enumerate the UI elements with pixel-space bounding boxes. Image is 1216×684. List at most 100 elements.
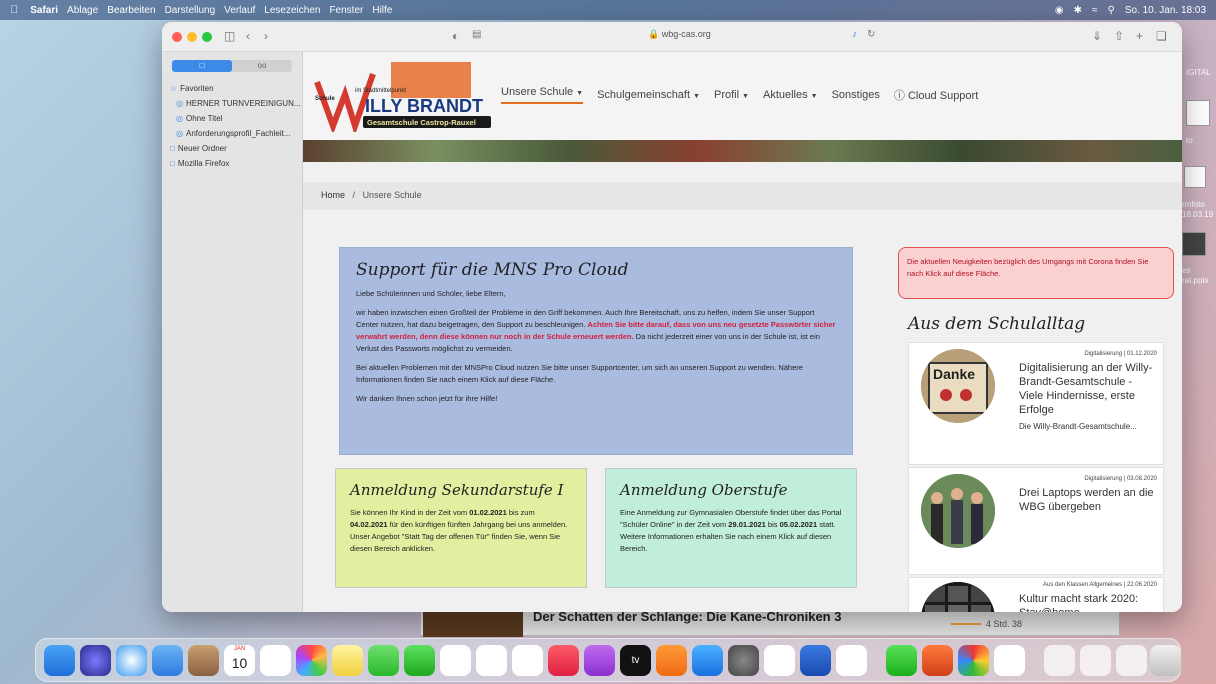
downloads-stack-icon[interactable] (1044, 645, 1075, 676)
tab-overview-icon[interactable]: ❏ (1156, 29, 1167, 43)
nav-cloud-support[interactable]: ⓘ Cloud Support (894, 87, 978, 103)
audio-icon[interactable]: ♪ (852, 29, 857, 40)
apple-tv-icon[interactable]: tv (620, 645, 651, 676)
new-tab-icon[interactable]: + (1136, 29, 1143, 43)
back-icon[interactable]: ‹ (246, 29, 250, 43)
zoom-window-button[interactable] (202, 32, 212, 42)
music-icon[interactable] (548, 645, 579, 676)
close-window-button[interactable] (172, 32, 182, 42)
news-item[interactable]: Aus den Klassen Allgemeines | 22.06.2020… (908, 577, 1164, 612)
calendar-icon[interactable]: JAN 10 (224, 645, 255, 676)
menu-item-ablage[interactable]: Ablage (67, 5, 98, 16)
main-nav: Unsere Schule ▼ Schulgemeinschaft ▼ Profil… (501, 86, 992, 104)
minimize-window-button[interactable] (187, 32, 197, 42)
nav-label: Schulgemeinschaft (597, 89, 691, 101)
menu-item-hilfe[interactable]: Hilfe (372, 5, 392, 16)
logo-schule: Schule (315, 96, 335, 102)
sidebar-item-favoriten[interactable]: ☆ Favoriten (170, 84, 214, 93)
menu-item-lesezeichen[interactable]: Lesezeichen (264, 5, 320, 16)
desktop-screenshot-icon[interactable] (1184, 166, 1206, 188)
news-item[interactable]: Digitalisierung | 03.08.2020 Drei Laptop… (908, 467, 1164, 575)
nav-aktuelles[interactable]: Aktuelles ▼ (763, 89, 818, 101)
news-item[interactable]: Danke Digitalisierung | 01.12.2020 Digit… (908, 342, 1164, 465)
star-icon: ☆ (170, 84, 178, 93)
numbers-icon[interactable] (476, 645, 507, 676)
menu-item-verlauf[interactable]: Verlauf (224, 5, 255, 16)
sidebar-segment-control: □ oo (172, 60, 292, 72)
spotlight-icon[interactable]: ⚲ (1108, 5, 1115, 16)
desktop-label-digital[interactable]: IGITAL (1186, 68, 1211, 78)
clock[interactable]: So. 10. Jan. 18:03 (1125, 5, 1206, 16)
trash-icon[interactable] (1150, 645, 1181, 676)
reader-icon[interactable]: ▤ (472, 29, 481, 40)
chrome-icon[interactable] (958, 645, 989, 676)
share-icon[interactable]: ⇧ (1114, 29, 1124, 43)
nav-profil[interactable]: Profil ▼ (714, 89, 749, 101)
keynote-icon[interactable] (440, 645, 471, 676)
desktop-label-to[interactable]: to (1186, 136, 1193, 146)
sidebar-item-ohne-titel[interactable]: ◎ Ohne Titel (176, 114, 222, 123)
bookmarks-tab[interactable]: □ (172, 60, 232, 72)
download-icon[interactable]: ⇓ (1092, 29, 1102, 43)
wifi-icon[interactable]: ≈ (1092, 5, 1098, 16)
forward-icon[interactable]: › (264, 29, 268, 43)
podcasts-icon[interactable] (584, 645, 615, 676)
slack-icon[interactable] (764, 645, 795, 676)
desktop-pptx-icon[interactable] (1182, 232, 1206, 256)
books-icon[interactable] (656, 645, 687, 676)
anmeldung-oberstufe-card[interactable]: Anmeldung Oberstufe Eine Anmeldung zur G… (605, 468, 857, 588)
word-icon[interactable] (800, 645, 831, 676)
sidebar-item-anforderungsprofil[interactable]: ◎ Anforderungsprofil_Fachleit... (176, 129, 290, 138)
contacts-icon[interactable] (188, 645, 219, 676)
reminders-icon[interactable] (260, 645, 291, 676)
desktop-label-pptx[interactable]: rat.pptx (1182, 276, 1209, 286)
document-stack-icon[interactable] (1080, 645, 1111, 676)
whatsapp-icon[interactable] (886, 645, 917, 676)
launchpad-icon[interactable] (80, 645, 111, 676)
app-store-icon[interactable] (692, 645, 723, 676)
finder-icon[interactable] (44, 645, 75, 676)
privacy-shield-icon[interactable]: ◐ (452, 29, 459, 43)
desktop-file-icon[interactable] (1186, 100, 1210, 126)
menu-item-fenster[interactable]: Fenster (329, 5, 363, 16)
anmeldung-sekundarstufe-card[interactable]: Anmeldung Sekundarstufe I Sie können Ihr… (335, 468, 587, 588)
breadcrumb-home[interactable]: Home (321, 190, 345, 200)
menu-item-darstellung[interactable]: Darstellung (165, 5, 216, 16)
menu-app-name[interactable]: Safari (30, 5, 58, 16)
thumbnail-text: Danke (933, 366, 975, 382)
bluetooth-icon[interactable]: ✱ (1074, 5, 1082, 16)
mail-icon[interactable] (152, 645, 183, 676)
corona-notice[interactable]: Die aktuellen Neuigkeiten bezüglich des … (898, 247, 1174, 299)
sidebar-item-neuer-ordner[interactable]: □ Neuer Ordner (170, 144, 227, 153)
system-preferences-icon[interactable] (728, 645, 759, 676)
photos-icon[interactable] (296, 645, 327, 676)
desktop-label-es[interactable]: es (1182, 266, 1190, 276)
document-stack-icon[interactable] (1116, 645, 1147, 676)
teams-icon[interactable] (836, 645, 867, 676)
nav-unsere-schule[interactable]: Unsere Schule ▼ (501, 86, 584, 104)
support-panel[interactable]: Support für die MNS Pro Cloud Liebe Schü… (339, 247, 853, 455)
lock-icon: 🔒 (648, 29, 660, 39)
messages-icon[interactable] (368, 645, 399, 676)
desktop-label-foto[interactable]: rmfoto (1182, 200, 1205, 210)
reading-list-tab[interactable]: oo (232, 60, 292, 72)
school-logo[interactable]: Schule im Stadtmittelpunkt ILLY BRANDT G… (311, 60, 493, 132)
powerpoint-icon[interactable] (922, 645, 953, 676)
preview-icon[interactable] (994, 645, 1025, 676)
nav-schulgemeinschaft[interactable]: Schulgemeinschaft ▼ (597, 89, 700, 101)
sidebar-item-mozilla-firefox[interactable]: □ Mozilla Firefox (170, 159, 229, 168)
sidebar-toggle-icon[interactable]: ◫ (224, 29, 235, 43)
nav-label: Aktuelles (762, 89, 808, 101)
pages-icon[interactable] (512, 645, 543, 676)
safari-icon[interactable] (116, 645, 147, 676)
address-bar[interactable]: 🔒 wbg-cas.org (648, 29, 711, 40)
menu-item-bearbeiten[interactable]: Bearbeiten (107, 5, 155, 16)
apple-menu-icon[interactable]:  (10, 4, 18, 16)
nav-sonstiges[interactable]: Sonstiges (832, 89, 880, 101)
control-center-icon[interactable]: ◉ (1055, 5, 1064, 16)
sidebar-item-herner[interactable]: ◎ HERNER TURNVEREINIGUN... (176, 99, 301, 108)
notes-icon[interactable] (332, 645, 363, 676)
facetime-icon[interactable] (404, 645, 435, 676)
reload-icon[interactable]: ↻ (867, 29, 875, 40)
desktop-label-foto2[interactable]: 18.03.19 (1182, 210, 1213, 220)
